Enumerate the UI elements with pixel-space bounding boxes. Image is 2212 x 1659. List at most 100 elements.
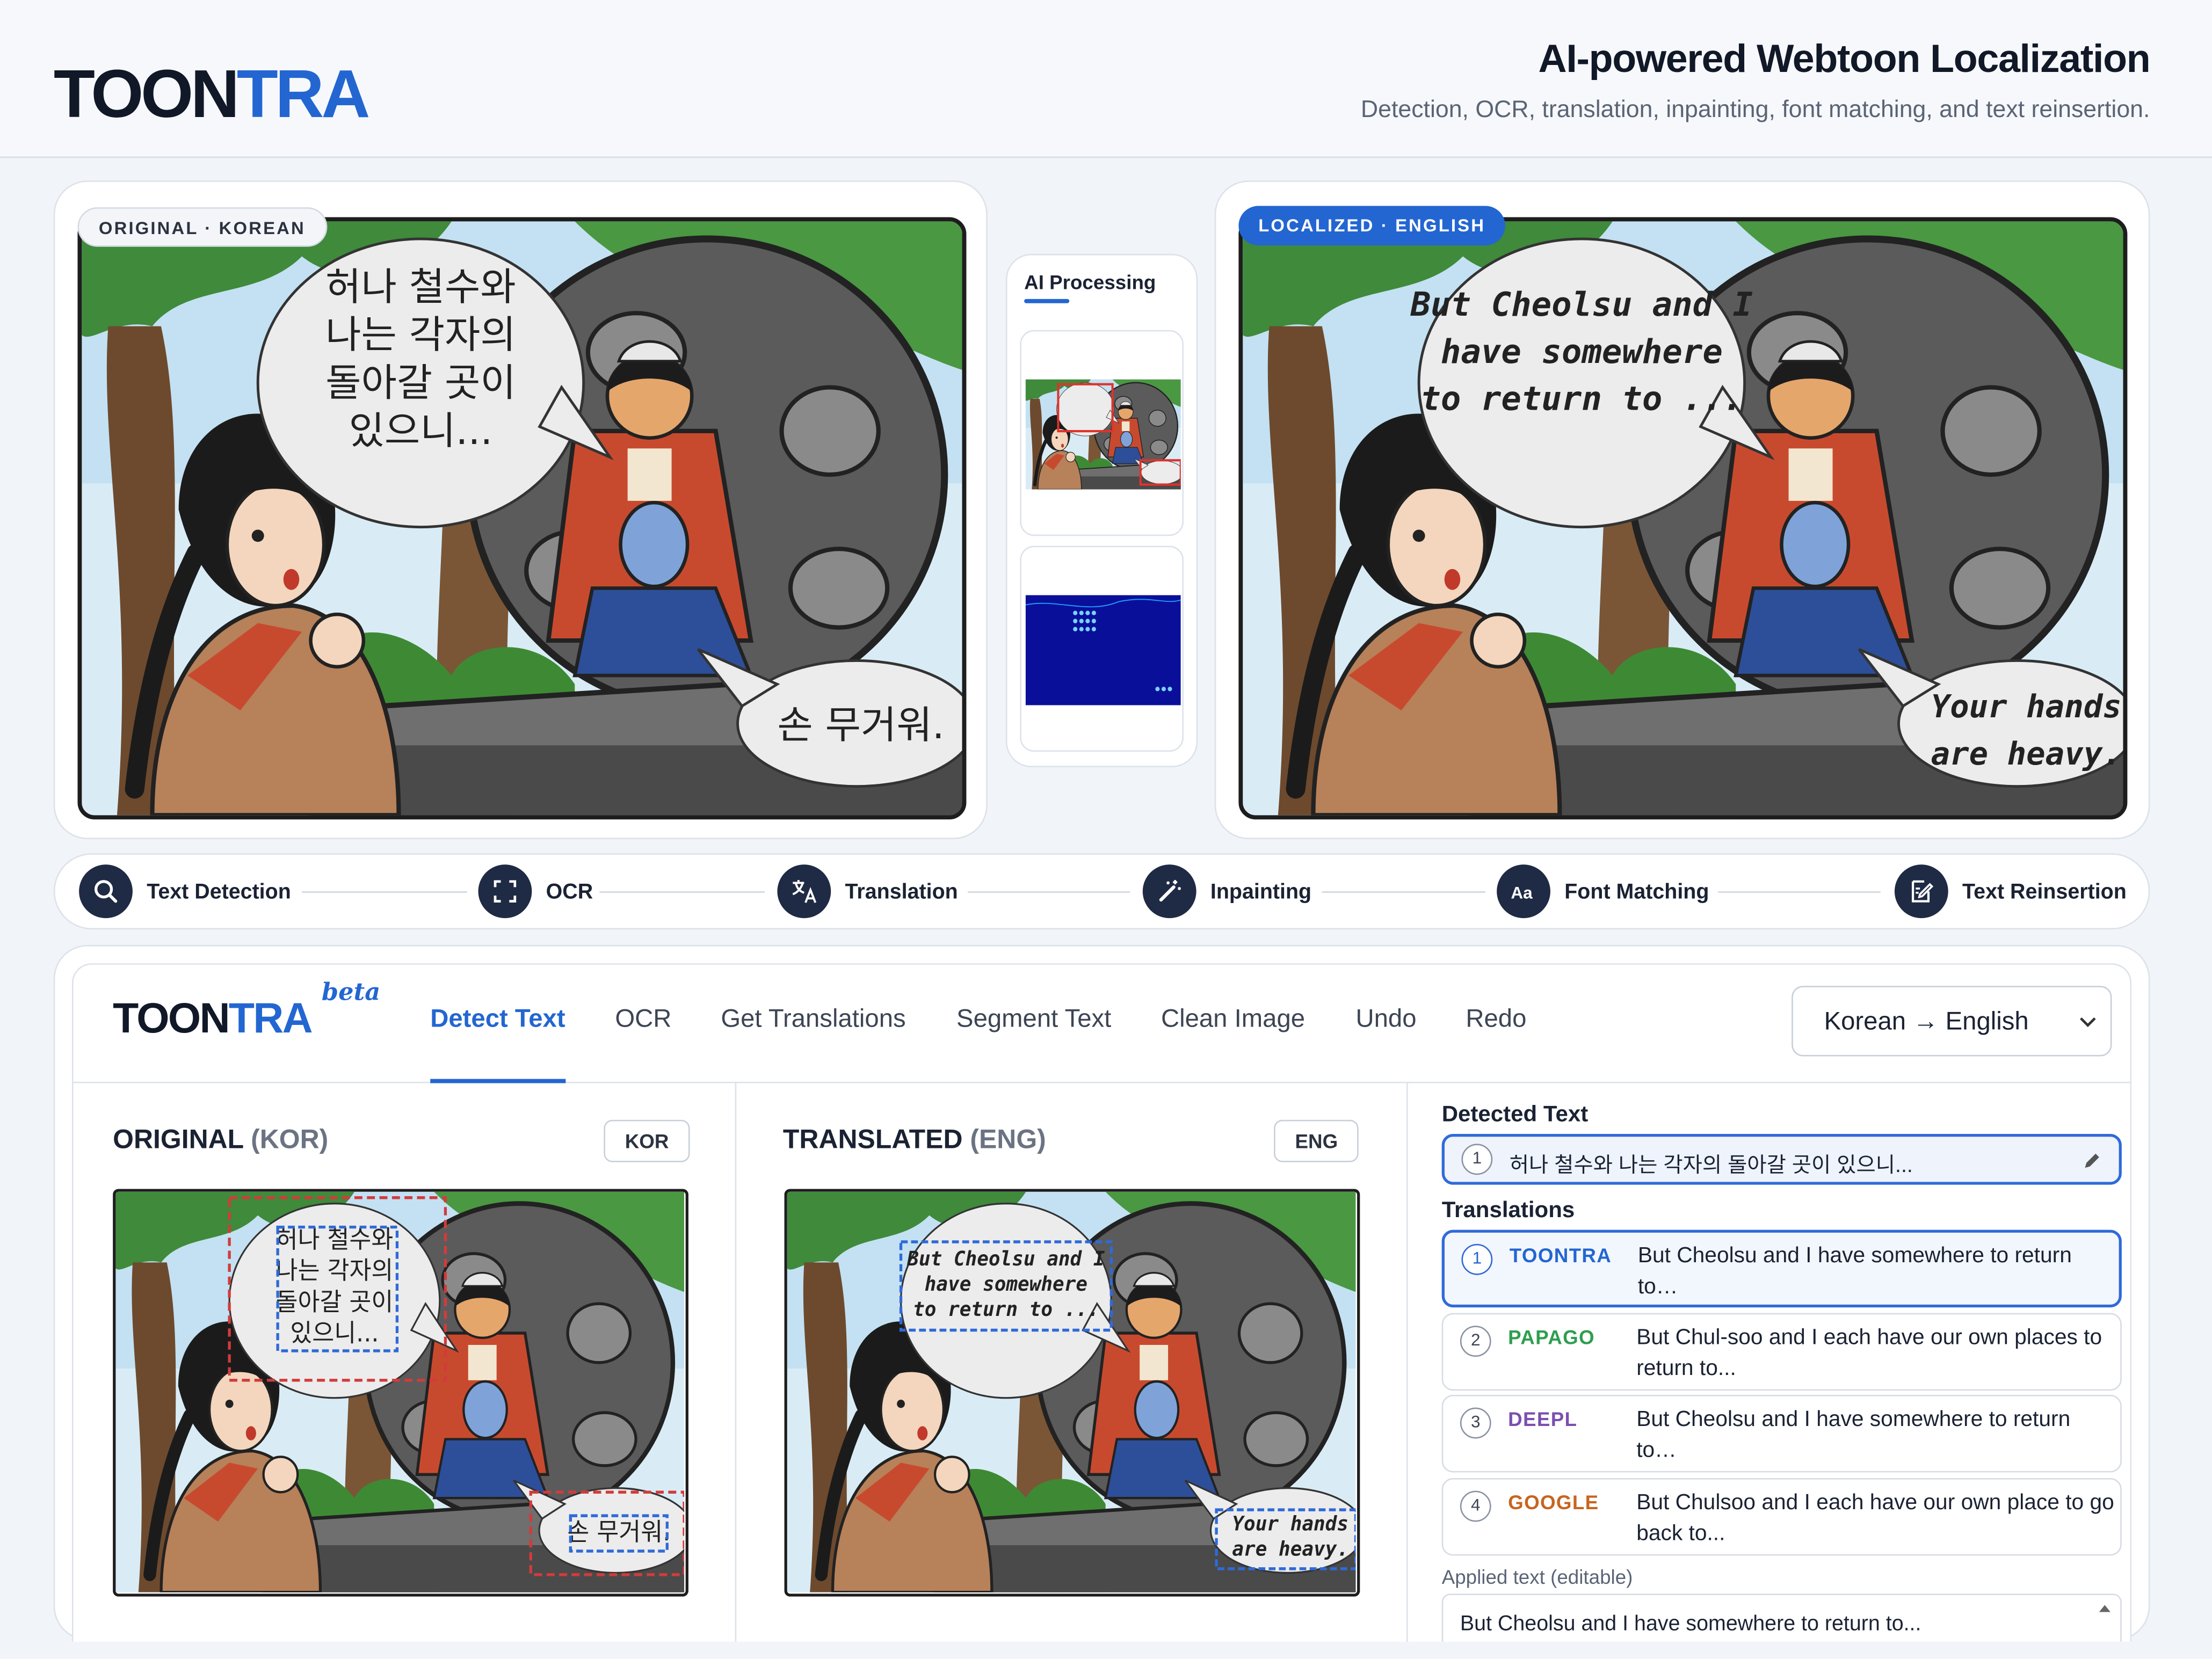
item-number: 1 — [1461, 1243, 1493, 1275]
step-inpainting[interactable]: Inpainting — [1142, 853, 1312, 929]
korean-line-2: 나는 각자의 — [325, 312, 516, 358]
pencil-icon[interactable] — [2082, 1151, 2102, 1171]
hero-title: AI-powered Webtoon Localization — [1538, 37, 2151, 81]
translated-column-title: TRANSLATED (ENG) — [782, 1125, 1046, 1155]
chevron-down-icon — [2080, 1017, 2096, 1028]
redo-button[interactable]: Redo — [1466, 1004, 1526, 1034]
original-column-title: ORIGINAL (KOR) — [113, 1125, 329, 1155]
localized-card: LOCALIZED · ENGLISH But Cheolsu and I ha… — [1214, 180, 2150, 840]
detected-text-value: 허나 철수와 나는 각자의 돌아갈 곳이 있으니... — [1509, 1153, 1913, 1178]
original-lang-pill[interactable]: KOR — [604, 1119, 690, 1162]
english-small-line-2: are heavy. — [1931, 735, 2122, 772]
pipeline-connector — [302, 891, 467, 893]
tab-get-translations[interactable]: Get Translations — [721, 1004, 905, 1034]
english-small-line-1: Your hands — [1931, 688, 2122, 725]
active-tab-indicator — [430, 1079, 566, 1083]
english-line-2: have somewhere — [1441, 332, 1723, 371]
translation-option[interactable]: 4 GOOGLE But Chulsoo and I each have our… — [1441, 1478, 2122, 1556]
app-logo: TOONTRA — [113, 995, 313, 1043]
pipeline-connector — [1322, 891, 1486, 893]
korean-line-2: 나는 각자의 — [276, 1256, 394, 1285]
beta-label: beta — [321, 979, 381, 1007]
english-line-1: But Cheolsu and I — [1410, 285, 1753, 324]
app-window: TOONTRA beta Detect Text OCR Get Transla… — [71, 963, 2132, 1642]
item-number: 3 — [1460, 1407, 1491, 1439]
korean-line-3: 돌아갈 곳이 — [325, 360, 516, 405]
original-comic-panel: 허나 철수와 나는 각자의 돌아갈 곳이 있으니... 손 무거워. — [77, 217, 967, 820]
edit-document-icon — [1894, 864, 1948, 919]
localized-badge: LOCALIZED · ENGLISH — [1238, 206, 1505, 246]
step-translation[interactable]: Translation — [777, 853, 958, 929]
step-label: OCR — [546, 879, 593, 904]
applied-text-label: Applied text (editable) — [1441, 1565, 1633, 1588]
tab-segment-text[interactable]: Segment Text — [956, 1004, 1111, 1034]
font-icon: Aa — [1497, 864, 1550, 919]
original-column: ORIGINAL (KOR) KOR 허나 철수와 나는 각자의 돌아갈 곳이 … — [74, 1083, 737, 1642]
search-icon — [79, 864, 133, 919]
translate-icon — [777, 864, 831, 919]
english-line-2: have somewhere — [925, 1272, 1087, 1296]
translated-column: TRANSLATED (ENG) ENG But Cheolsu and I h… — [736, 1083, 1408, 1642]
step-text-reinsertion[interactable]: Text Reinsertion — [1894, 853, 2127, 929]
tab-clean-image[interactable]: Clean Image — [1161, 1004, 1305, 1034]
tab-detect-text[interactable]: Detect Text — [430, 1004, 565, 1034]
korean-line-4: 있으니... — [349, 408, 493, 453]
korean-line-4: 있으니... — [290, 1319, 379, 1348]
translation-text: But Cheolsu and I have somewhere to retu… — [1636, 1407, 2071, 1463]
app-preview-card: TOONTRA beta Detect Text OCR Get Transla… — [53, 945, 2150, 1642]
korean-line-1: 허나 철수와 — [276, 1225, 394, 1254]
engine-name: TOONTRA — [1509, 1243, 1612, 1267]
translation-text: But Cheolsu and I have somewhere to retu… — [1637, 1243, 2072, 1299]
applied-text-value: But Cheolsu and I have somewhere to retu… — [1460, 1612, 1921, 1636]
engine-name: GOOGLE — [1508, 1490, 1599, 1514]
item-number: 4 — [1460, 1490, 1491, 1522]
korean-small-bubble: 손 무거워. — [567, 1517, 670, 1546]
page-header: TOONTRA AI-powered Webtoon Localization … — [0, 0, 2212, 158]
korean-line-1: 허나 철수와 — [325, 264, 516, 309]
app-toolbar: TOONTRA beta Detect Text OCR Get Transla… — [73, 965, 2130, 1083]
scan-icon — [478, 864, 532, 919]
undo-button[interactable]: Undo — [1355, 1004, 1416, 1034]
english-small-line-1: Your hands — [1232, 1512, 1348, 1536]
english-line-3: to return to ... — [1420, 379, 1743, 418]
step-label: Font Matching — [1564, 879, 1709, 904]
scroll-up-icon[interactable] — [2098, 1601, 2112, 1618]
tab-ocr[interactable]: OCR — [615, 1004, 671, 1034]
original-badge: ORIGINAL · KOREAN — [77, 207, 327, 247]
item-number: 2 — [1460, 1326, 1491, 1357]
localized-comic-panel: But Cheolsu and I have somewhere to retu… — [1238, 217, 2128, 820]
translation-option[interactable]: 3 DEEPL But Cheolsu and I have somewhere… — [1441, 1395, 2122, 1473]
svg-text:Aa: Aa — [1511, 883, 1533, 902]
step-label: Inpainting — [1210, 879, 1312, 904]
step-ocr[interactable]: OCR — [478, 853, 593, 929]
hero-subtitle: Detection, OCR, translation, inpainting,… — [1360, 96, 2150, 123]
pipeline-connector — [1718, 891, 1881, 893]
processing-thumb-detection[interactable] — [1020, 330, 1184, 536]
pipeline-connector — [599, 891, 765, 893]
translation-text: But Chul-soo and I each have our own pla… — [1636, 1326, 2102, 1381]
translation-option[interactable]: 1 TOONTRA But Cheolsu and I have somewhe… — [1441, 1229, 2122, 1308]
step-label: Text Reinsertion — [1962, 879, 2127, 904]
pipeline-connector — [968, 891, 1130, 893]
ai-processing-label: AI Processing — [1024, 271, 1156, 294]
language-select[interactable]: Korean → English — [1792, 986, 2112, 1057]
detected-text-item[interactable]: 1 허나 철수와 나는 각자의 돌아갈 곳이 있으니... — [1441, 1134, 2122, 1185]
item-number: 1 — [1461, 1144, 1493, 1175]
magic-wand-icon — [1142, 864, 1196, 919]
step-label: Translation — [845, 879, 958, 904]
translated-editor-image[interactable]: But Cheolsu and I have somewhere to retu… — [784, 1189, 1360, 1597]
detected-text-heading: Detected Text — [1441, 1103, 1589, 1127]
step-font-matching[interactable]: Aa Font Matching — [1497, 853, 1709, 929]
translation-text: But Chulsoo and I each have our own plac… — [1636, 1490, 2114, 1546]
ai-processing-card: AI Processing — [1005, 253, 1198, 768]
translated-lang-pill[interactable]: ENG — [1274, 1119, 1359, 1162]
processing-thumb-mask[interactable] — [1020, 545, 1184, 752]
original-editor-image[interactable]: 허나 철수와 나는 각자의 돌아갈 곳이 있으니... 손 무거워. — [113, 1189, 688, 1597]
translations-heading: Translations — [1441, 1198, 1575, 1223]
english-small-line-2: are heavy. — [1232, 1537, 1348, 1561]
translation-option[interactable]: 2 PAPAGO But Chul-soo and I each have ou… — [1441, 1313, 2122, 1391]
english-line-1: But Cheolsu and I — [906, 1247, 1105, 1270]
applied-text-input[interactable]: But Cheolsu and I have somewhere to retu… — [1441, 1593, 2122, 1642]
language-select-value: Korean → English — [1824, 1007, 2029, 1036]
step-text-detection[interactable]: Text Detection — [79, 853, 291, 929]
